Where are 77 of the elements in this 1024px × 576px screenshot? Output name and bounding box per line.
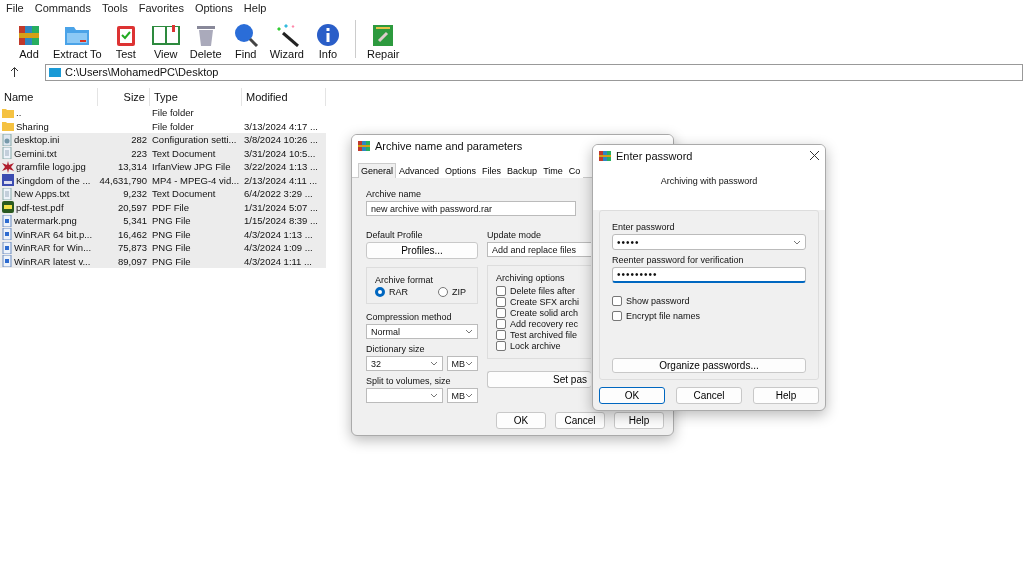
- toolbar-button[interactable]: Wizard: [266, 23, 307, 60]
- checkbox-label: Lock archive: [510, 341, 561, 352]
- field-label: Update mode: [487, 230, 543, 240]
- field-label: Split to volumes, size: [366, 376, 452, 386]
- file-name-cell[interactable]: desktop.ini: [0, 133, 98, 147]
- table-cell: Text Document: [150, 187, 242, 201]
- checkbox-label: Create solid arch: [510, 307, 579, 318]
- table-cell: 75,873: [98, 241, 150, 255]
- toolbar-button[interactable]: Test: [106, 23, 145, 60]
- table-cell: 9,232: [98, 187, 150, 201]
- dialog-title: Archive name and parameters: [375, 140, 523, 152]
- menu-item[interactable]: Commands: [34, 2, 91, 14]
- dialog-button[interactable]: Cancel: [555, 412, 605, 429]
- table-cell: 282: [98, 133, 150, 147]
- archive-name-field[interactable]: new archive with password.rar: [366, 201, 576, 216]
- dialog-button[interactable]: OK: [496, 412, 546, 429]
- toolbar-button[interactable]: View: [146, 23, 185, 60]
- toolbar-button[interactable]: Extract To: [50, 23, 105, 60]
- table-cell: PNG File: [150, 214, 242, 228]
- checkbox-label: Encrypt file names: [626, 310, 701, 321]
- unit-dropdown[interactable]: MB: [446, 388, 478, 403]
- table-cell: 13,314: [98, 160, 150, 174]
- toolbar-button[interactable]: Info: [308, 23, 347, 60]
- field-label: Compression method: [366, 312, 453, 322]
- field-label: Dictionary size: [366, 344, 426, 354]
- group-label: Archiving options: [496, 273, 566, 283]
- file-name-cell[interactable]: New Apps.txt: [0, 187, 98, 201]
- table-cell: Configuration setti...: [150, 133, 242, 147]
- file-name-cell[interactable]: WinRAR for Win...: [0, 241, 98, 255]
- field-label: Archive name: [366, 189, 423, 199]
- field-label: Reenter password for verification: [612, 255, 745, 265]
- radio-label: ZIP: [452, 287, 467, 297]
- checkbox-label: Test archived file: [510, 330, 578, 341]
- set-password-button[interactable]: Set pas: [487, 371, 591, 388]
- table-cell: IrfanView JPG File: [150, 160, 242, 174]
- compression-method-dropdown[interactable]: Normal: [366, 324, 478, 339]
- checkbox-label: Create SFX archi: [510, 296, 580, 307]
- menu-item[interactable]: Tools: [102, 2, 128, 14]
- checkbox-label: Delete files after: [510, 285, 576, 296]
- toolbar-button[interactable]: Add: [10, 23, 48, 60]
- organize-passwords-button[interactable]: Organize passwords...: [612, 358, 806, 373]
- field-label: Enter password: [612, 222, 676, 232]
- group-label: Archive format: [375, 275, 435, 285]
- toolbar-button[interactable]: Repair: [363, 23, 403, 60]
- table-cell: 4/3/2024 1:09 ...: [242, 241, 326, 255]
- table-cell: 6/4/2022 3:29 ...: [242, 187, 326, 201]
- dialog-button[interactable]: Help: [614, 412, 664, 429]
- tab[interactable]: General: [358, 163, 397, 178]
- toolbar-button[interactable]: Delete: [186, 23, 225, 60]
- checkbox-label: Add recovery rec: [510, 319, 579, 330]
- dialog-subtitle: Archiving with password: [660, 176, 758, 186]
- dialog-button[interactable]: OK: [599, 387, 665, 404]
- table-cell: 1/15/2024 8:39 ...: [242, 214, 326, 228]
- toolbar-button[interactable]: Find: [226, 23, 265, 60]
- menu-item[interactable]: Options: [194, 2, 233, 14]
- address-field[interactable]: C:\Users\MohamedPC\Desktop: [45, 63, 1023, 81]
- file-name-cell[interactable]: watermark.png: [0, 214, 98, 228]
- radio-label: RAR: [389, 287, 408, 297]
- dialog-title: Enter password: [616, 149, 693, 162]
- menu-item[interactable]: File: [6, 2, 24, 14]
- dictionary-size-dropdown[interactable]: 32: [366, 356, 443, 371]
- table-cell: 3/22/2024 1:13 ...: [242, 160, 326, 174]
- menu-item[interactable]: Favorites: [138, 2, 184, 14]
- password-field[interactable]: •••••••••: [612, 267, 806, 283]
- unit-dropdown[interactable]: MB: [446, 356, 478, 371]
- password-field[interactable]: •••••: [612, 234, 806, 250]
- dialog-button[interactable]: Cancel: [676, 387, 742, 404]
- table-cell: 3/8/2024 10:26 ...: [242, 133, 326, 147]
- table-cell: PNG File: [150, 241, 242, 255]
- profiles-button[interactable]: Profiles...: [366, 242, 478, 259]
- table-cell: 5,341: [98, 214, 150, 228]
- update-mode-dropdown[interactable]: Add and replace files: [487, 242, 591, 257]
- menu-item[interactable]: Help: [243, 2, 267, 14]
- field-label: Default Profile: [366, 230, 424, 240]
- file-name-cell[interactable]: gramfile logo.jpg: [0, 160, 98, 174]
- checkbox-label: Show password: [626, 295, 690, 306]
- dialog-button[interactable]: Help: [753, 387, 819, 404]
